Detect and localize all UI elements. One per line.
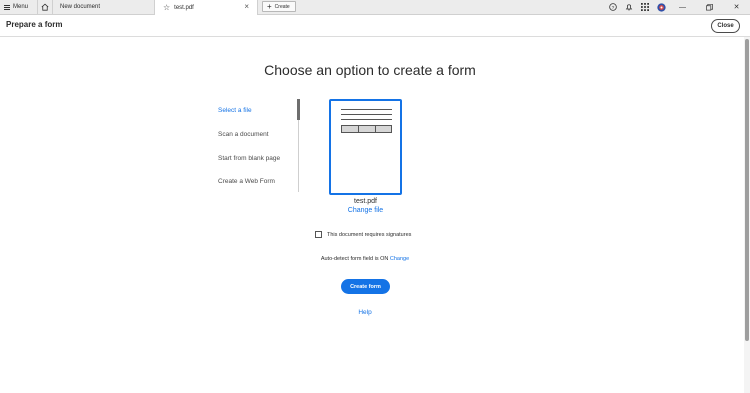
close-button[interactable]: Close bbox=[711, 19, 740, 33]
thumbnail-line bbox=[341, 119, 392, 120]
tab-new-document[interactable]: New document bbox=[54, 0, 155, 14]
home-button[interactable] bbox=[37, 0, 53, 14]
bell-icon[interactable] bbox=[621, 0, 637, 14]
restore-icon bbox=[706, 3, 713, 10]
menu-label: Menu bbox=[13, 4, 29, 10]
tab-bar: Menu New document ☆ test.pdf × + Create … bbox=[0, 0, 750, 15]
thumbnail-line bbox=[341, 114, 392, 115]
help-link-label[interactable]: Help bbox=[358, 309, 371, 316]
create-label: Create bbox=[274, 3, 290, 10]
auto-detect-text: Auto-detect form field is ON bbox=[320, 256, 389, 262]
signature-option[interactable]: This document requires signatures bbox=[315, 231, 411, 238]
active-indicator bbox=[297, 99, 300, 120]
close-window-button[interactable]: ✕ bbox=[723, 0, 750, 14]
tab-label: test.pdf bbox=[174, 4, 194, 11]
page-header: Prepare a form Close bbox=[0, 15, 750, 37]
help-icon[interactable]: ? bbox=[605, 0, 621, 14]
plus-icon: + bbox=[267, 1, 272, 11]
restore-button[interactable] bbox=[696, 0, 723, 14]
option-select-file[interactable]: Select a file bbox=[218, 107, 252, 114]
close-tab-icon[interactable]: × bbox=[244, 2, 249, 11]
home-icon bbox=[41, 3, 49, 11]
menu-button[interactable]: Menu bbox=[0, 0, 37, 14]
option-web-form[interactable]: Create a Web Form bbox=[218, 178, 275, 185]
create-tab-button[interactable]: + Create bbox=[262, 1, 296, 12]
option-blank-page[interactable]: Start from blank page bbox=[218, 155, 280, 162]
tab-test-pdf[interactable]: ☆ test.pdf × bbox=[155, 0, 258, 15]
apps-grid-icon[interactable] bbox=[637, 0, 653, 14]
auto-detect-row: Auto-detect form field is ON Change bbox=[0, 256, 730, 262]
help-link: Help bbox=[0, 309, 730, 316]
auto-detect-change-link[interactable]: Change bbox=[390, 256, 409, 262]
minimize-button[interactable]: — bbox=[669, 0, 696, 14]
option-scan-document[interactable]: Scan a document bbox=[218, 131, 269, 138]
scrollbar-thumb[interactable] bbox=[745, 39, 749, 341]
window-controls: ? — ✕ bbox=[605, 0, 750, 14]
hamburger-icon bbox=[4, 4, 10, 10]
avatar[interactable] bbox=[653, 0, 669, 14]
change-file-link[interactable]: Change file bbox=[329, 207, 402, 214]
tab-label: New document bbox=[60, 4, 101, 10]
signature-checkbox[interactable] bbox=[315, 231, 322, 238]
thumbnail-table bbox=[341, 125, 392, 133]
svg-text:?: ? bbox=[612, 5, 615, 11]
file-thumbnail[interactable] bbox=[329, 99, 402, 195]
main-title: Choose an option to create a form bbox=[264, 62, 476, 78]
thumbnail-line bbox=[341, 109, 392, 110]
scrollbar[interactable] bbox=[744, 37, 750, 393]
options-nav: Select a file Scan a document Start from… bbox=[217, 99, 300, 192]
signature-label: This document requires signatures bbox=[327, 231, 412, 238]
page-title: Prepare a form bbox=[6, 20, 63, 29]
star-icon[interactable]: ☆ bbox=[163, 3, 170, 12]
file-name: test.pdf bbox=[354, 198, 377, 205]
create-form-button[interactable]: Create form bbox=[341, 279, 390, 294]
